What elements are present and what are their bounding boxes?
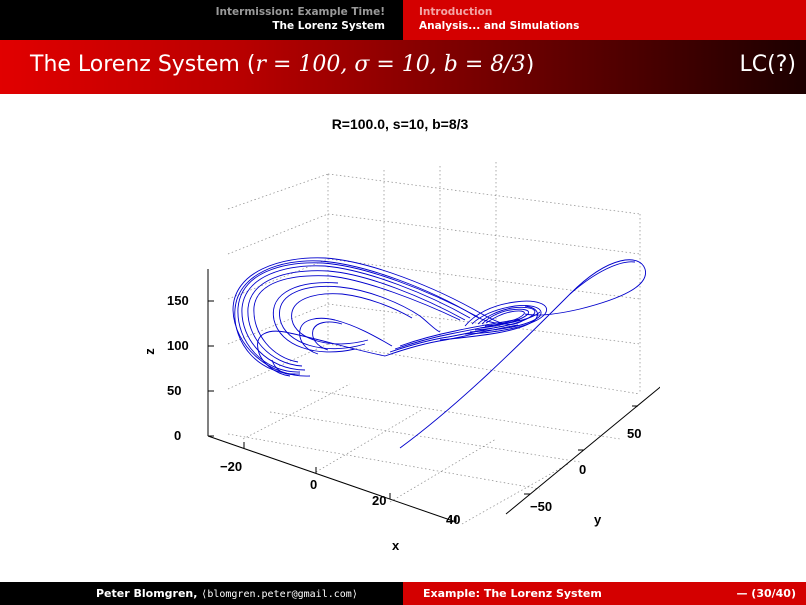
y-axis-label: y [594,512,602,527]
z-tick-label: 100 [167,338,189,353]
top-navigation: Intermission: Example Time! The Lorenz S… [0,0,806,40]
footer-email[interactable]: ⟨blomgren.peter@gmail.com⟩ [201,589,358,600]
footer-author: Peter Blomgren, [96,587,198,600]
z-axis-label: z [141,348,157,355]
nav-left-section: Intermission: Example Time! The Lorenz S… [0,0,403,40]
footer-section-info: Example: The Lorenz System — (30/40) [403,582,806,605]
z-tick-label: 50 [167,383,182,398]
x-tick-label: 40 [446,512,461,527]
lorenz-trajectory [232,257,646,449]
slide-footer: Peter Blomgren, ⟨blomgren.peter@gmail.co… [0,582,806,605]
y-tick-label: 0 [579,462,587,477]
z-tick-label: 0 [174,428,182,443]
x-axis-line [207,435,457,523]
slide-title-text: The Lorenz System ( [30,52,256,77]
slide-label: LC(?) [739,52,796,77]
nav-right-section: Introduction Analysis... and Simulations [403,0,806,40]
x-tick-label: −20 [220,459,243,474]
slide-title-math: r = 100, σ = 10, b = 8/3 [255,52,526,77]
footer-page-number: — (30/40) [736,587,796,600]
lorenz-figure: R=100.0, s=10, b=8/3 0 50 100 150 z −20 … [140,94,660,564]
slide-title: The Lorenz System (r = 100, σ = 10, b = … [30,52,534,77]
nav-link-intermission[interactable]: Intermission: Example Time! [0,5,385,19]
footer-author-section: Peter Blomgren, ⟨blomgren.peter@gmail.co… [0,582,403,605]
y-tick-label: −50 [530,499,553,514]
footer-section-title[interactable]: Example: The Lorenz System [423,587,602,600]
nav-link-introduction[interactable]: Introduction [419,5,806,19]
x-tick-label: 20 [372,493,387,508]
x-axis-label: x [392,538,400,553]
slide-title-bar: The Lorenz System (r = 100, σ = 10, b = … [0,40,806,94]
slide-title-suffix: ) [525,52,535,77]
axes [207,269,660,523]
y-tick-label: 50 [627,426,642,441]
nav-link-lorenz-system[interactable]: The Lorenz System [0,19,385,33]
nav-link-analysis[interactable]: Analysis... and Simulations [419,19,806,33]
x-tick-label: 0 [310,477,318,492]
z-tick-label: 150 [167,293,189,308]
plot-canvas [207,162,660,525]
